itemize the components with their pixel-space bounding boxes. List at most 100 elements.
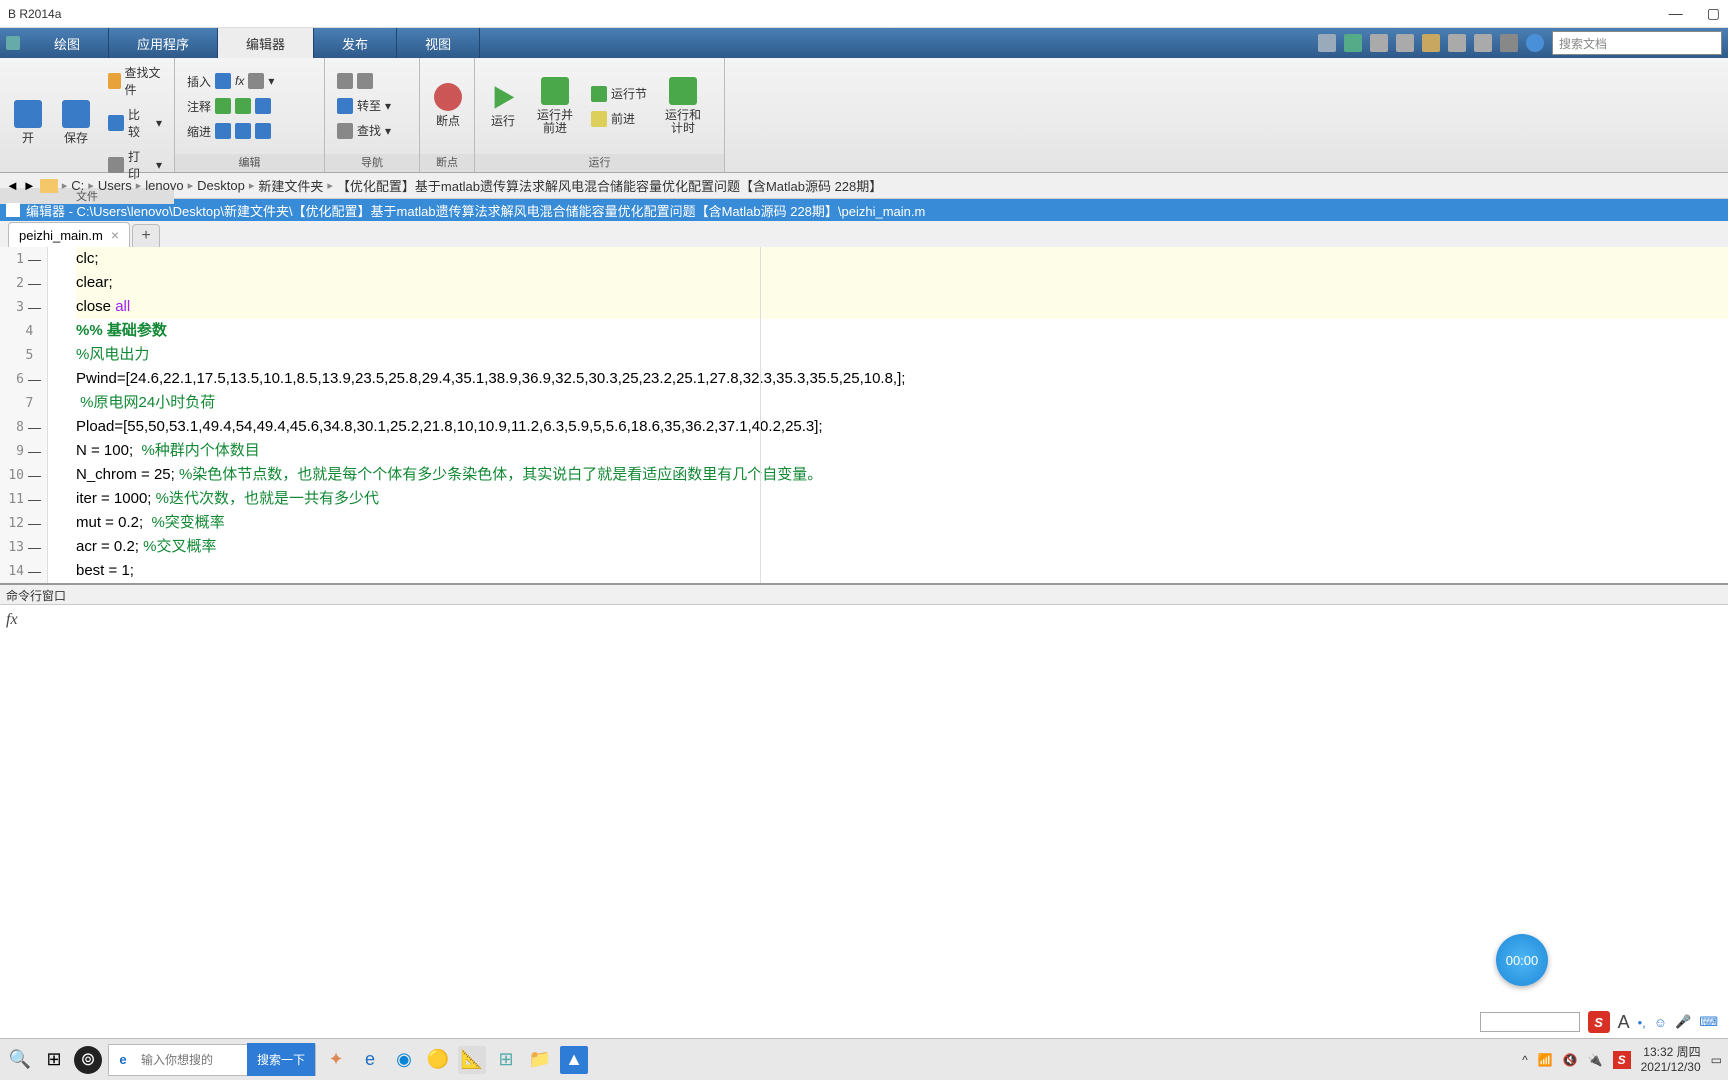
addr-seg-3[interactable]: Desktop <box>197 178 245 193</box>
toolbar-icon[interactable] <box>1318 34 1336 52</box>
app-icon-explorer[interactable]: 📁 <box>526 1046 554 1074</box>
addr-seg-1[interactable]: Users <box>98 178 132 193</box>
addr-fwd-icon[interactable]: ► <box>23 178 36 193</box>
code-area[interactable]: clc;clear;close all%% 基础参数%风电出力Pwind=[24… <box>48 247 1728 583</box>
tray-network-icon[interactable]: 📶 <box>1538 1053 1553 1067</box>
minimize-button[interactable]: — <box>1669 5 1683 22</box>
taskbar-search-input[interactable] <box>137 1053 247 1067</box>
search-icon[interactable]: 🔍 <box>6 1046 34 1074</box>
code-line[interactable]: N_chrom = 25; %染色体节点数，也就是每个个体有多少条染色体，其实说… <box>76 463 1728 487</box>
ime-a[interactable]: A <box>1618 1012 1630 1033</box>
ime-punct-icon[interactable]: •, <box>1638 1015 1646 1030</box>
timer-badge[interactable]: 00:00 <box>1496 934 1548 986</box>
code-line[interactable]: iter = 1000; %迭代次数，也就是一共有多少代 <box>76 487 1728 511</box>
addr-seg-2[interactable]: lenovo <box>145 178 183 193</box>
tray-up-icon[interactable]: ^ <box>1522 1053 1528 1067</box>
obs-icon[interactable]: ⊚ <box>74 1046 102 1074</box>
editor-panel-icon <box>6 203 20 217</box>
paste-icon[interactable] <box>1422 34 1440 52</box>
code-editor[interactable]: 1—2—3—4 5 6—7 8—9—10—11—12—13—14— clc;cl… <box>0 247 1728 585</box>
compare-button[interactable]: 比较 ▾ <box>104 104 166 142</box>
copy-icon[interactable] <box>1396 34 1414 52</box>
tray-volume-icon[interactable]: 🔇 <box>1563 1053 1578 1067</box>
sogou-icon[interactable]: S <box>1588 1011 1610 1033</box>
cut-icon[interactable] <box>1370 34 1388 52</box>
tab-publish[interactable]: 发布 <box>314 28 397 58</box>
breakpoint-button[interactable]: 断点 <box>428 81 468 130</box>
run-button[interactable]: 运行 <box>483 81 523 130</box>
app-icon-photos[interactable]: ▲ <box>560 1046 588 1074</box>
open-button[interactable]: 开 <box>8 98 48 147</box>
save-icon[interactable] <box>1344 34 1362 52</box>
address-bar[interactable]: ◄ ► ▸ C:▸ Users▸ lenovo▸ Desktop▸ 新建文件夹▸… <box>0 173 1728 199</box>
code-line[interactable]: mut = 0.2; %突变概率 <box>76 511 1728 535</box>
insert-button[interactable]: 插入 fx ▾ <box>183 71 278 92</box>
taskbar-search[interactable]: e 搜索一下 <box>108 1044 316 1076</box>
add-tab-button[interactable]: + <box>132 224 160 247</box>
advance-button[interactable]: 前进 <box>587 108 651 129</box>
quick-access <box>0 28 26 58</box>
code-line[interactable]: Pload=[55,50,53.1,49.4,54,49.4,45.6,34.8… <box>76 415 1728 439</box>
folder-icon[interactable] <box>40 179 58 193</box>
app-icon-matlab[interactable]: 📐 <box>458 1046 486 1074</box>
addr-back-icon[interactable]: ◄ <box>6 178 19 193</box>
search-go-button[interactable]: 搜索一下 <box>247 1043 315 1076</box>
command-window[interactable]: fx <box>0 605 1728 760</box>
code-line[interactable]: %% 基础参数 <box>76 319 1728 343</box>
group-label-run: 运行 <box>475 154 724 172</box>
run-section-button[interactable]: 运行节 <box>587 83 651 104</box>
nav-arrows[interactable] <box>333 71 395 91</box>
tray-clock[interactable]: 13:32 周四 2021/12/30 <box>1641 1045 1701 1074</box>
ime-face-icon[interactable]: ☺ <box>1654 1015 1667 1030</box>
line-gutter: 1—2—3—4 5 6—7 8—9—10—11—12—13—14— <box>0 247 48 583</box>
code-line[interactable]: Pwind=[24.6,22.1,17.5,13.5,10.1,8.5,13.9… <box>76 367 1728 391</box>
undo-icon[interactable] <box>1448 34 1466 52</box>
code-line[interactable]: clear; <box>76 271 1728 295</box>
line-number: 9— <box>0 439 47 463</box>
app-icon-edge2[interactable]: ◉ <box>390 1046 418 1074</box>
app-icon-chrome[interactable]: 🟡 <box>424 1046 452 1074</box>
ime-keyboard-icon[interactable]: ⌨ <box>1699 1014 1718 1030</box>
status-dropdown[interactable] <box>1480 1012 1580 1032</box>
tray-power-icon[interactable]: 🔌 <box>1588 1053 1603 1067</box>
ime-mic-icon[interactable]: 🎤 <box>1675 1014 1691 1030</box>
code-line[interactable]: %风电出力 <box>76 343 1728 367</box>
qa-icon[interactable] <box>6 36 20 50</box>
app-icon-edge[interactable]: e <box>356 1046 384 1074</box>
code-line[interactable]: close all <box>76 295 1728 319</box>
tab-apps[interactable]: 应用程序 <box>109 28 218 58</box>
file-tab-main[interactable]: peizhi_main.m × <box>8 222 130 247</box>
run-time-button[interactable]: 运行和 计时 <box>659 75 707 137</box>
goto-button[interactable]: 转至 ▾ <box>333 95 395 116</box>
find-button[interactable]: 查找 ▾ <box>333 120 395 141</box>
tray-sogou-icon[interactable]: S <box>1613 1051 1631 1069</box>
code-line[interactable]: N = 100; %种群内个体数目 <box>76 439 1728 463</box>
tray-notification-icon[interactable]: ▭ <box>1711 1053 1722 1067</box>
indent-button[interactable]: 缩进 <box>183 121 278 142</box>
addr-seg-5[interactable]: 【优化配置】基于matlab遗传算法求解风电混合储能容量优化配置问题【含Matl… <box>337 176 882 195</box>
app-icon-1[interactable]: ✦ <box>322 1046 350 1074</box>
save-button[interactable]: 保存 <box>56 98 96 147</box>
command-window-title: 命令行窗口 <box>0 585 1728 605</box>
code-line[interactable]: clc; <box>76 247 1728 271</box>
tab-editor[interactable]: 编辑器 <box>218 28 314 58</box>
tab-view[interactable]: 视图 <box>397 28 480 58</box>
comment-button[interactable]: 注释 <box>183 96 278 117</box>
addr-seg-4[interactable]: 新建文件夹 <box>258 176 323 195</box>
app-icon-snip[interactable]: ⊞ <box>492 1046 520 1074</box>
print-icon[interactable] <box>1500 34 1518 52</box>
close-icon[interactable]: × <box>111 227 119 243</box>
doc-search[interactable]: 搜索文档 <box>1552 31 1722 55</box>
taskview-icon[interactable]: ⊞ <box>40 1046 68 1074</box>
tab-plot[interactable]: 绘图 <box>26 28 109 58</box>
code-line[interactable]: best = 1; <box>76 559 1728 583</box>
group-label-nav: 导航 <box>325 154 419 172</box>
code-line[interactable]: acr = 0.2; %交叉概率 <box>76 535 1728 559</box>
maximize-button[interactable]: ▢ <box>1707 5 1720 22</box>
redo-icon[interactable] <box>1474 34 1492 52</box>
code-line[interactable]: %原电网24小时负荷 <box>76 391 1728 415</box>
addr-seg-0[interactable]: C: <box>71 178 84 193</box>
run-advance-button[interactable]: 运行并 前进 <box>531 75 579 137</box>
find-files-button[interactable]: 查找文件 <box>104 62 166 100</box>
help-icon[interactable] <box>1526 34 1544 52</box>
